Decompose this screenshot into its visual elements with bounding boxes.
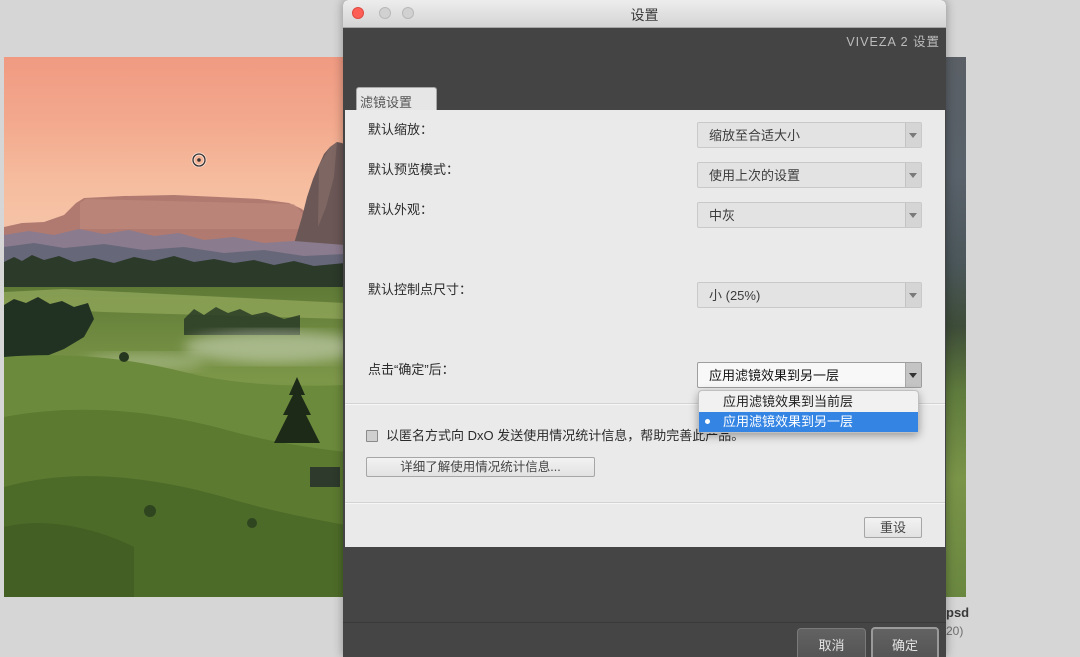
default-zoom-value: 缩放至合适大小 [709, 128, 801, 143]
default-control-point-size-value: 小 (25%) [709, 288, 761, 303]
menu-item-label: 应用滤镜效果到当前层 [723, 394, 854, 409]
dropdown-arrow[interactable] [905, 123, 921, 147]
default-control-point-size-label: 默认控制点尺寸： [368, 282, 473, 297]
hut [310, 467, 340, 487]
chevron-down-icon [909, 293, 917, 298]
footer-divider [343, 622, 946, 623]
usage-stats-checkbox[interactable] [366, 430, 378, 442]
chevron-down-icon [909, 173, 917, 178]
default-preview-mode-select[interactable]: 使用上次的设置 [697, 162, 922, 188]
landscape-image [4, 57, 345, 597]
menu-item-another-layer[interactable]: 应用滤镜效果到另一层 [699, 412, 918, 432]
dialog-header: VIVEZA 2 设置 滤镜设置 [343, 28, 946, 110]
small-tree [247, 518, 257, 528]
cancel-button[interactable]: 取消 [797, 628, 866, 657]
dropdown-arrow[interactable] [905, 283, 921, 307]
after-ok-value: 应用滤镜效果到另一层 [709, 368, 840, 383]
menu-item-label: 应用滤镜效果到另一层 [723, 414, 854, 429]
header-title: VIVEZA 2 设置 [846, 35, 940, 49]
background-file-info: 20) [946, 624, 964, 638]
default-appearance-value: 中灰 [709, 208, 736, 223]
learn-more-usage-stats-button[interactable]: 详细了解使用情况统计信息... [366, 457, 595, 477]
default-control-point-size-select[interactable]: 小 (25%) [697, 282, 922, 308]
dropdown-arrow[interactable] [905, 363, 921, 387]
menu-item-current-layer[interactable]: 应用滤镜效果到当前层 [699, 392, 918, 412]
background-file-name: psd [946, 605, 970, 620]
title-bar[interactable]: 设置 [343, 0, 946, 28]
window-title: 设置 [630, 7, 659, 23]
chevron-down-icon [909, 373, 917, 378]
after-ok-select[interactable]: 应用滤镜效果到另一层 [697, 362, 922, 388]
chevron-down-icon [909, 133, 917, 138]
default-appearance-label: 默认外观： [368, 202, 434, 217]
default-preview-mode-value: 使用上次的设置 [709, 168, 801, 183]
dropdown-arrow[interactable] [905, 163, 921, 187]
small-tree [119, 352, 129, 362]
landscape-photo[interactable] [4, 57, 345, 597]
ok-button[interactable]: 确定 [871, 627, 939, 657]
settings-dialog: 设置 VIVEZA 2 设置 滤镜设置 默认缩放： 缩放至合适大小 默认预览模式… [343, 0, 946, 657]
chevron-down-icon [909, 213, 917, 218]
default-zoom-label: 默认缩放： [368, 122, 434, 137]
tab-label: 滤镜设置 [360, 95, 413, 110]
tab-filter-settings[interactable]: 滤镜设置 [356, 87, 437, 110]
after-ok-label: 点击“确定”后： [368, 362, 455, 377]
default-appearance-select[interactable]: 中灰 [697, 202, 922, 228]
settings-panel: 默认缩放： 缩放至合适大小 默认预览模式： 使用上次的设置 默认外观： 中灰 默… [345, 110, 945, 547]
small-tree [144, 505, 156, 517]
plateau-face [80, 199, 302, 229]
selected-bullet-icon [705, 419, 710, 424]
default-zoom-select[interactable]: 缩放至合适大小 [697, 122, 922, 148]
divider [345, 502, 945, 504]
after-ok-dropdown-menu: 应用滤镜效果到当前层 应用滤镜效果到另一层 [698, 390, 919, 433]
dropdown-arrow[interactable] [905, 203, 921, 227]
background-photo-thumbnail[interactable] [945, 57, 966, 597]
usage-stats-label: 以匿名方式向 DxO 发送使用情况统计信息，帮助完善此产品。 [386, 428, 745, 443]
reset-button[interactable]: 重设 [864, 517, 922, 538]
default-preview-mode-label: 默认预览模式： [368, 162, 460, 177]
